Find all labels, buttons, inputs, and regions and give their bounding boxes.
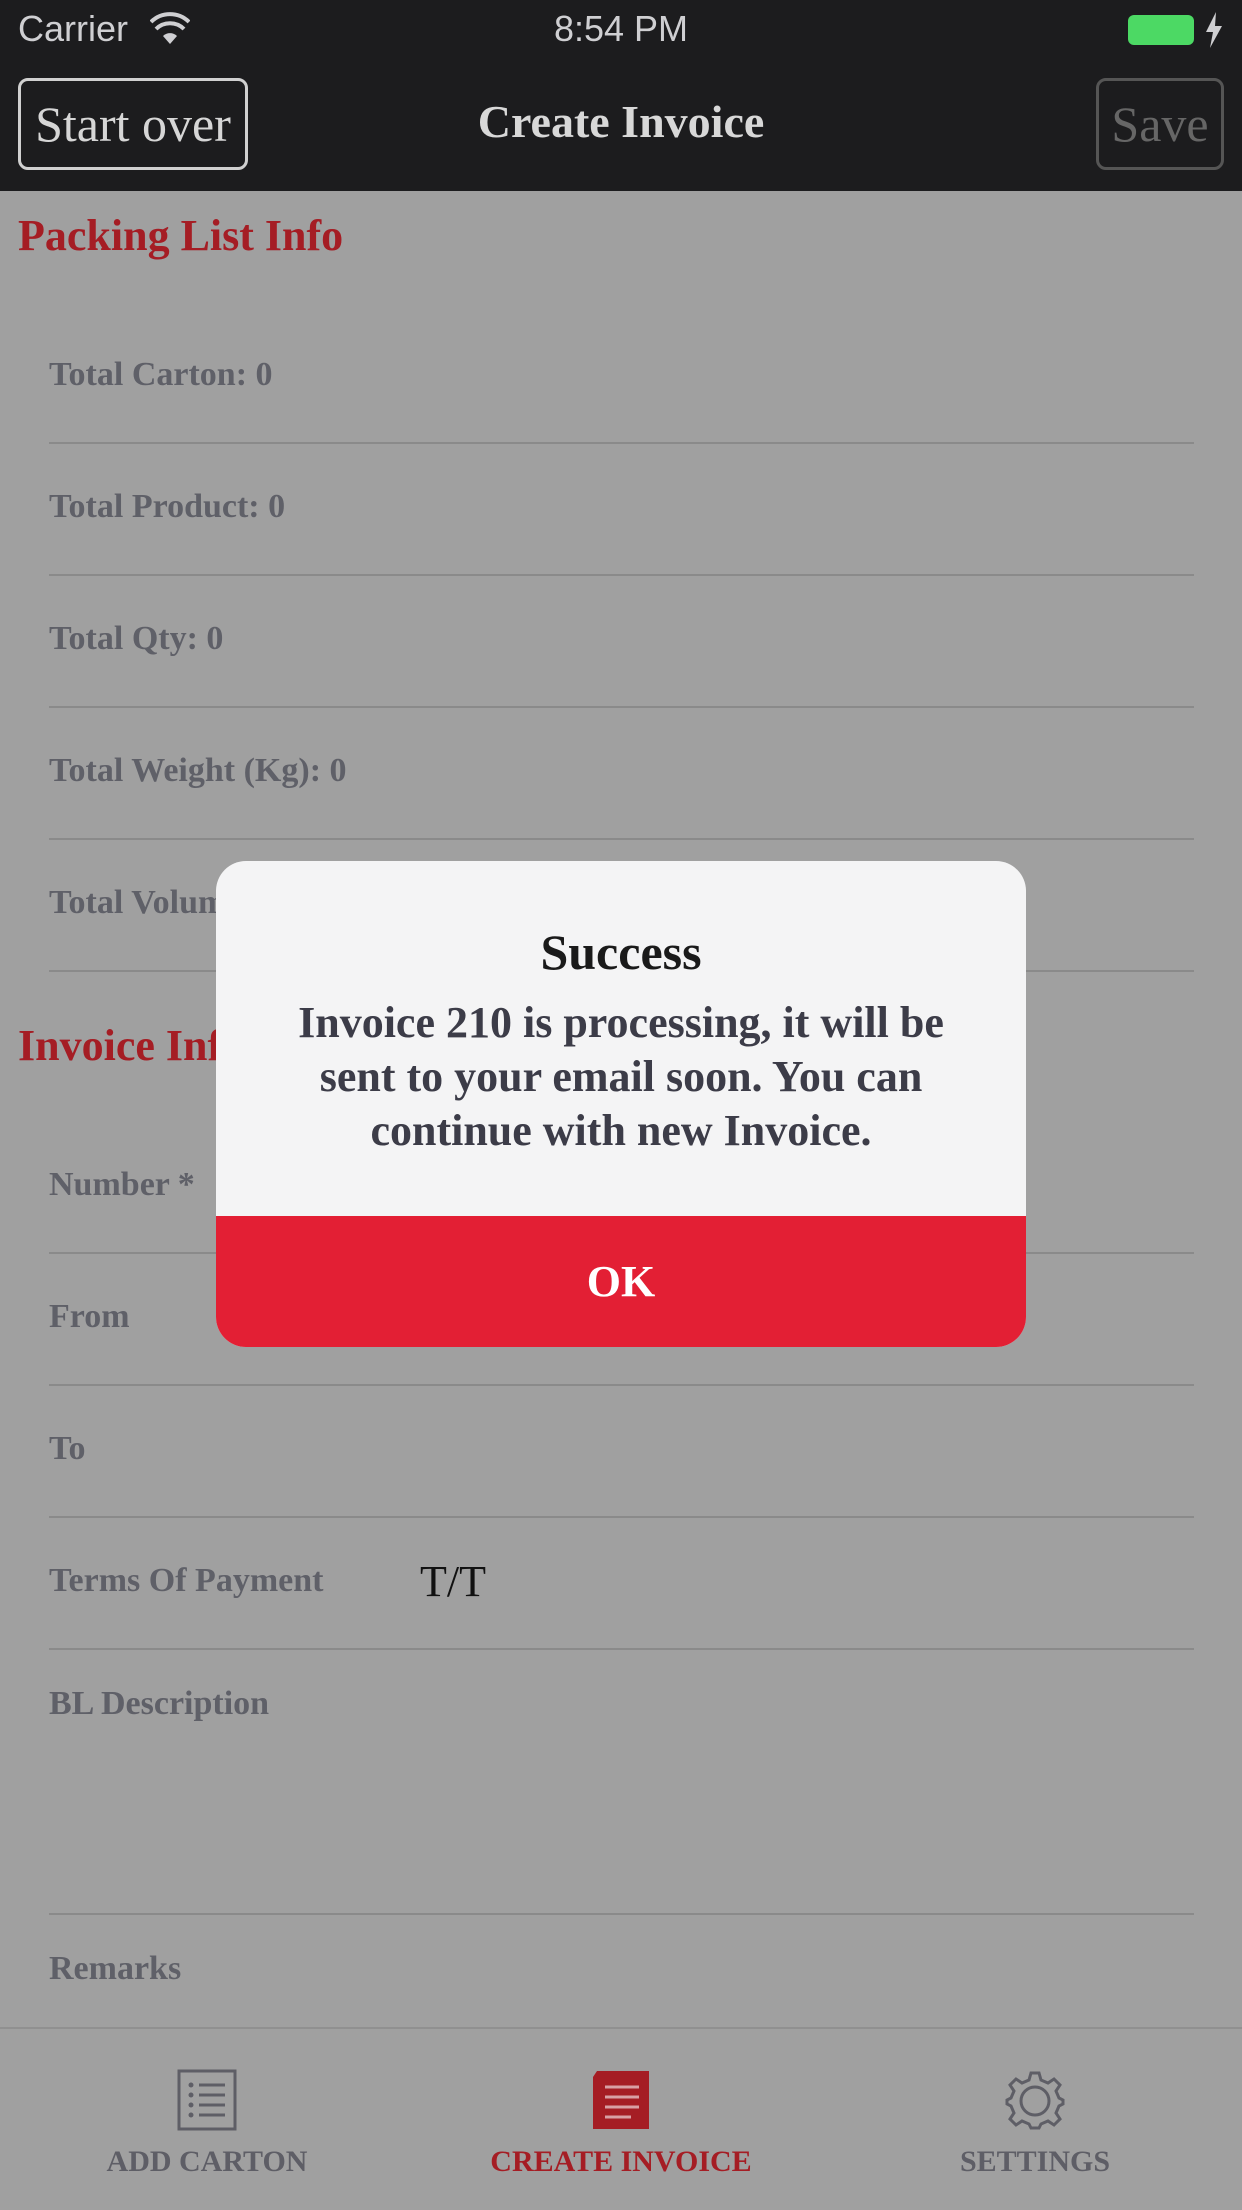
total-volume-label: Total Volume [49, 884, 242, 921]
divider [49, 1648, 1194, 1650]
alert-title: Success [540, 924, 702, 980]
clock: 8:54 PM [553, 8, 689, 49]
tab-label: CREATE INVOICE [490, 2145, 752, 2178]
terms-of-payment-input[interactable]: T/T [420, 1556, 486, 1607]
divider [49, 1384, 1194, 1386]
list-icon [177, 2069, 237, 2131]
tab-label: ADD CARTON [106, 2145, 308, 2178]
remarks-label[interactable]: Remarks [49, 1950, 181, 1988]
divider [49, 442, 1194, 444]
alert-message: Invoice 210 is processing, it will be se… [298, 998, 944, 1155]
charging-icon [1206, 12, 1222, 48]
number-field-label[interactable]: Number * [49, 1166, 195, 1204]
invoice-icon [593, 2071, 649, 2129]
packing-section-title: Packing List Info [18, 211, 344, 260]
tab-label: SETTINGS [959, 2145, 1111, 2178]
to-field-label[interactable]: To [49, 1430, 86, 1468]
navigation-bar: Carrier 8:54 PM Start over Create Invoic… [0, 0, 1242, 191]
tab-create-invoice[interactable]: CREATE INVOICE [414, 2029, 828, 2210]
total-qty-label: Total Qty: 0 [49, 620, 224, 657]
total-carton-label: Total Carton: 0 [49, 356, 273, 393]
gear-icon [1005, 2071, 1065, 2130]
page-title: Create Invoice [477, 96, 765, 147]
divider [49, 706, 1194, 708]
tab-bar: ADD CARTON CREATE INVOICE SETTINGS [0, 2027, 1242, 2210]
divider [49, 1516, 1194, 1518]
total-weight-label: Total Weight (Kg): 0 [49, 752, 347, 789]
tab-add-carton[interactable]: ADD CARTON [0, 2029, 414, 2210]
divider [49, 1913, 1194, 1915]
status-bar: Carrier 8:54 PM [0, 0, 1242, 60]
terms-of-payment-label: Terms Of Payment [49, 1562, 324, 1599]
battery-icon [1128, 15, 1194, 45]
invoice-section-title: Invoice Info [18, 1021, 245, 1070]
save-button[interactable]: Save [1096, 78, 1224, 170]
divider [49, 574, 1194, 576]
success-alert: Success Invoice 210 is processing, it wi… [216, 861, 1026, 1347]
ok-button[interactable]: OK [216, 1216, 1026, 1347]
divider [49, 838, 1194, 840]
bl-description-label[interactable]: BL Description [49, 1685, 269, 1723]
total-product-label: Total Product: 0 [49, 488, 286, 525]
tab-settings[interactable]: SETTINGS [828, 2029, 1242, 2210]
from-field-label[interactable]: From [49, 1298, 130, 1336]
